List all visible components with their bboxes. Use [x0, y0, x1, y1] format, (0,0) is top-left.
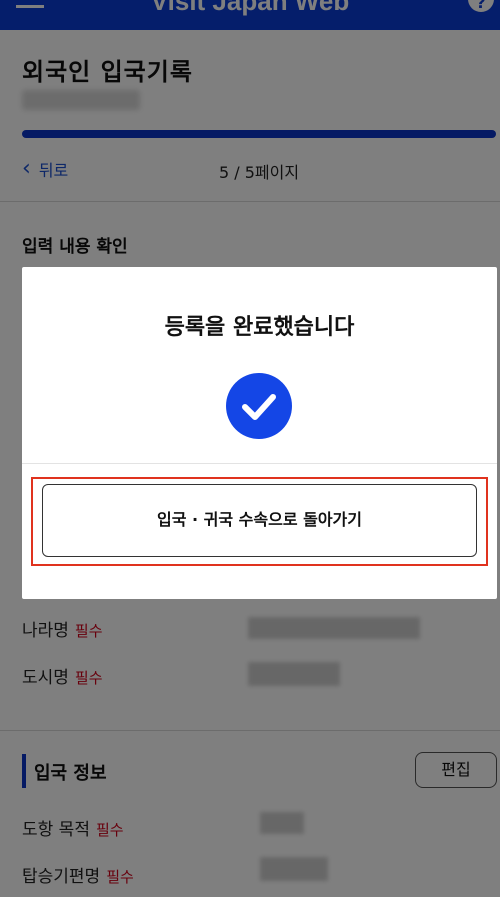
completion-dialog: 등록을 완료했습니다 입국 · 귀국 수속으로 돌아가기: [22, 267, 497, 599]
check-circle-icon: [226, 373, 292, 439]
dialog-title: 등록을 완료했습니다: [164, 315, 355, 340]
dialog-divider: [22, 463, 497, 464]
return-to-procedures-button[interactable]: 입국 · 귀국 수속으로 돌아가기: [42, 484, 477, 557]
